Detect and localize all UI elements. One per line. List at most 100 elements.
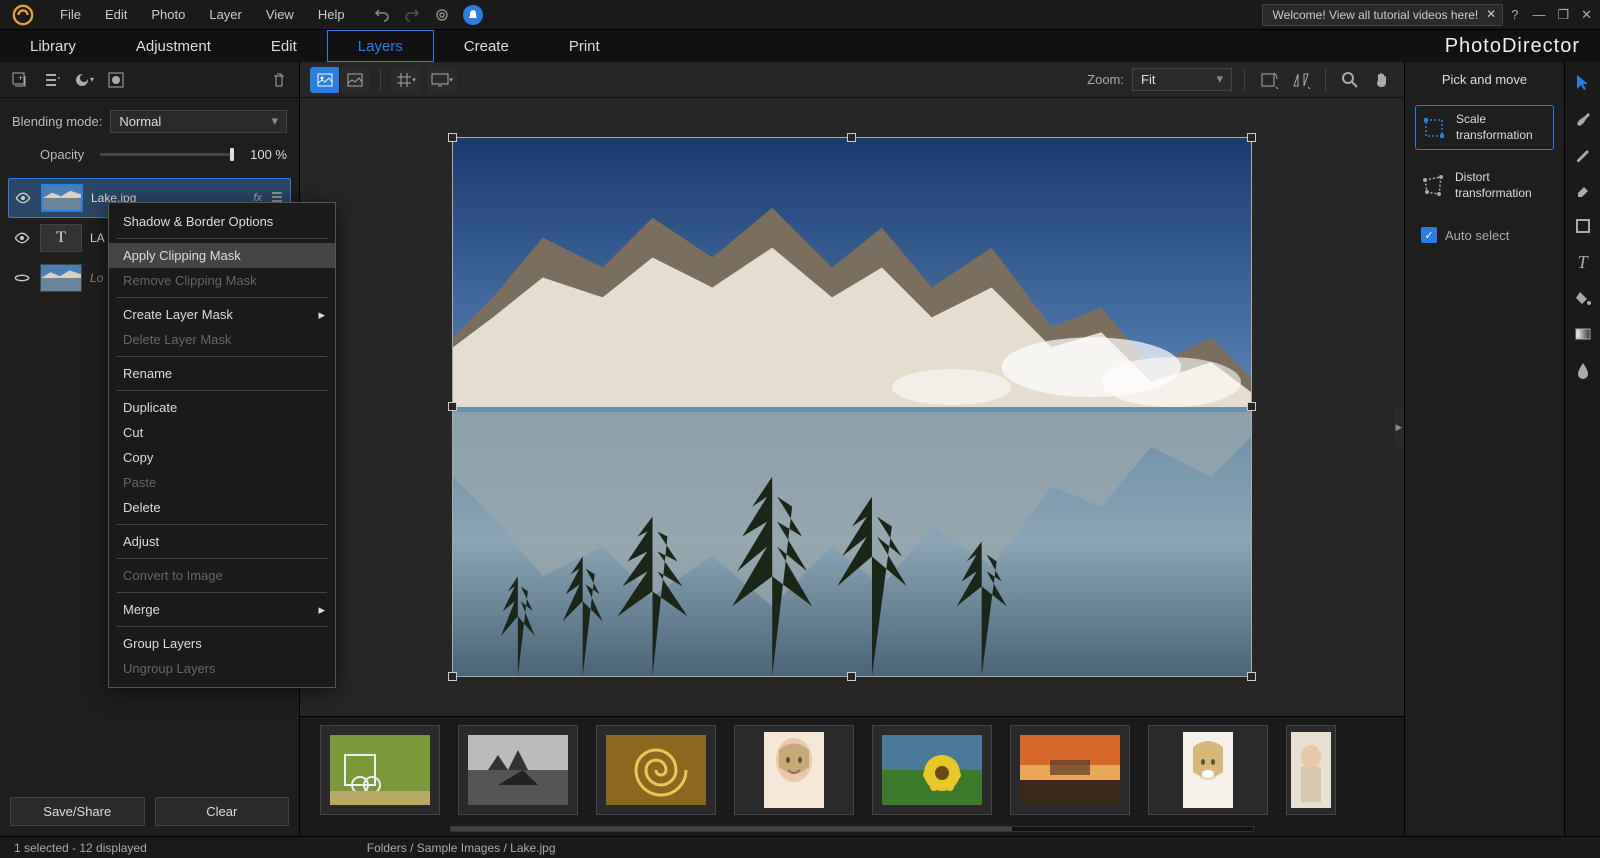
menu-file[interactable]: File <box>48 7 93 22</box>
tab-create[interactable]: Create <box>434 30 539 62</box>
view-single-icon[interactable] <box>310 67 340 93</box>
auto-select-checkbox[interactable]: ✓ Auto select <box>1415 221 1554 249</box>
ctx-ungroup: Ungroup Layers <box>109 656 335 681</box>
welcome-banner[interactable]: Welcome! View all tutorial videos here! … <box>1262 4 1504 26</box>
minimize-button[interactable]: — <box>1532 7 1545 23</box>
visibility-toggle[interactable] <box>12 230 32 246</box>
fill-tool-icon[interactable] <box>1571 286 1595 310</box>
menu-layer[interactable]: Layer <box>197 7 254 22</box>
filmstrip-scrollbar[interactable] <box>450 826 1254 832</box>
ctx-group[interactable]: Group Layers <box>109 631 335 656</box>
add-layer-icon[interactable]: + <box>8 68 32 92</box>
resize-handle[interactable] <box>1247 672 1256 681</box>
maximize-button[interactable]: ❐ <box>1557 7 1569 23</box>
ctx-duplicate[interactable]: Duplicate <box>109 395 335 420</box>
layer-context-menu: Shadow & Border Options Apply Clipping M… <box>108 202 336 688</box>
ctx-cut[interactable]: Cut <box>109 420 335 445</box>
blend-mode-select[interactable]: Normal <box>110 110 287 133</box>
menu-edit[interactable]: Edit <box>93 7 139 22</box>
thumbnail[interactable] <box>1286 725 1336 815</box>
zoom-tool-icon[interactable] <box>1338 68 1362 92</box>
scale-transform-button[interactable]: Scale transformation <box>1415 105 1554 150</box>
grid-icon[interactable]: ▾ <box>391 67 421 93</box>
pen-tool-icon[interactable] <box>1571 142 1595 166</box>
filmstrip <box>300 716 1404 836</box>
layer-thumbnail <box>40 264 82 292</box>
view-compare-icon[interactable] <box>340 67 370 93</box>
tab-edit[interactable]: Edit <box>241 30 327 62</box>
thumbnail[interactable] <box>1148 725 1268 815</box>
thumbnail[interactable] <box>458 725 578 815</box>
tool-properties-panel: Pick and move Scale transformation Disto… <box>1404 62 1564 836</box>
tab-print[interactable]: Print <box>539 30 630 62</box>
thumbnail[interactable] <box>872 725 992 815</box>
resize-handle[interactable] <box>448 402 457 411</box>
text-tool-icon[interactable]: T <box>1571 250 1595 274</box>
resize-handle[interactable] <box>448 672 457 681</box>
tab-library[interactable]: Library <box>0 30 106 62</box>
app-logo[interactable] <box>8 0 38 30</box>
ctx-apply-clipping[interactable]: Apply Clipping Mask <box>109 243 335 268</box>
resize-handle[interactable] <box>847 133 856 142</box>
clear-button[interactable]: Clear <box>155 797 290 826</box>
ctx-delete-mask: Delete Layer Mask <box>109 327 335 352</box>
thumbnail[interactable] <box>320 725 440 815</box>
move-tool-icon[interactable] <box>1571 70 1595 94</box>
menu-help[interactable]: Help <box>306 7 357 22</box>
delete-layer-icon[interactable] <box>267 68 291 92</box>
help-icon[interactable]: ? <box>1511 7 1518 22</box>
resize-handle[interactable] <box>1247 133 1256 142</box>
eraser-tool-icon[interactable] <box>1571 178 1595 202</box>
image-canvas[interactable] <box>452 137 1252 677</box>
thumbnail[interactable] <box>596 725 716 815</box>
save-share-button[interactable]: Save/Share <box>10 797 145 826</box>
layer-list-icon[interactable] <box>40 68 64 92</box>
ctx-remove-clipping: Remove Clipping Mask <box>109 268 335 293</box>
hand-tool-icon[interactable] <box>1370 68 1394 92</box>
gradient-tool-icon[interactable] <box>1571 322 1595 346</box>
resize-handle[interactable] <box>448 133 457 142</box>
layer-thumbnail <box>41 184 83 212</box>
close-button[interactable]: ✕ <box>1581 7 1592 23</box>
opacity-slider[interactable] <box>100 153 234 156</box>
monitor-icon[interactable]: ▾ <box>427 67 457 93</box>
close-icon[interactable]: ✕ <box>1486 7 1496 21</box>
ctx-convert: Convert to Image <box>109 563 335 588</box>
ctx-copy[interactable]: Copy <box>109 445 335 470</box>
menu-photo[interactable]: Photo <box>139 7 197 22</box>
thumbnail[interactable] <box>1010 725 1130 815</box>
blend-mode-label: Blending mode: <box>12 114 102 129</box>
ctx-rename[interactable]: Rename <box>109 361 335 386</box>
visibility-toggle[interactable] <box>12 270 32 286</box>
ctx-create-mask[interactable]: Create Layer Mask▸ <box>109 302 335 327</box>
scale-label: Scale transformation <box>1456 112 1547 143</box>
status-bar: 1 selected - 12 displayed Folders / Samp… <box>0 836 1600 858</box>
ctx-merge[interactable]: Merge▸ <box>109 597 335 622</box>
ctx-delete[interactable]: Delete <box>109 495 335 520</box>
ctx-shadow-border[interactable]: Shadow & Border Options <box>109 209 335 234</box>
scale-icon <box>1422 115 1446 141</box>
flip-icon[interactable] <box>1289 68 1313 92</box>
thumbnail[interactable] <box>734 725 854 815</box>
zoom-label: Zoom: <box>1087 72 1124 87</box>
zoom-select[interactable]: Fit <box>1132 68 1232 91</box>
visibility-toggle[interactable] <box>13 190 33 206</box>
redo-icon[interactable] <box>403 6 421 24</box>
brush-tool-icon[interactable] <box>1571 106 1595 130</box>
ctx-adjust[interactable]: Adjust <box>109 529 335 554</box>
blur-tool-icon[interactable] <box>1571 358 1595 382</box>
undo-icon[interactable] <box>373 6 391 24</box>
distort-transform-button[interactable]: Distort transformation <box>1415 164 1554 207</box>
notifications-icon[interactable] <box>463 5 483 25</box>
solid-layer-icon[interactable] <box>104 68 128 92</box>
resize-handle[interactable] <box>847 672 856 681</box>
tab-layers[interactable]: Layers <box>327 30 434 62</box>
tab-adjustment[interactable]: Adjustment <box>106 30 241 62</box>
shape-tool-icon[interactable] <box>1571 214 1595 238</box>
settings-gear-icon[interactable] <box>433 6 451 24</box>
menu-view[interactable]: View <box>254 7 306 22</box>
rotate-icon[interactable] <box>1257 68 1281 92</box>
resize-handle[interactable] <box>1247 402 1256 411</box>
expand-right-handle[interactable]: ▶ <box>1394 407 1404 447</box>
mask-icon[interactable]: ▾ <box>72 68 96 92</box>
